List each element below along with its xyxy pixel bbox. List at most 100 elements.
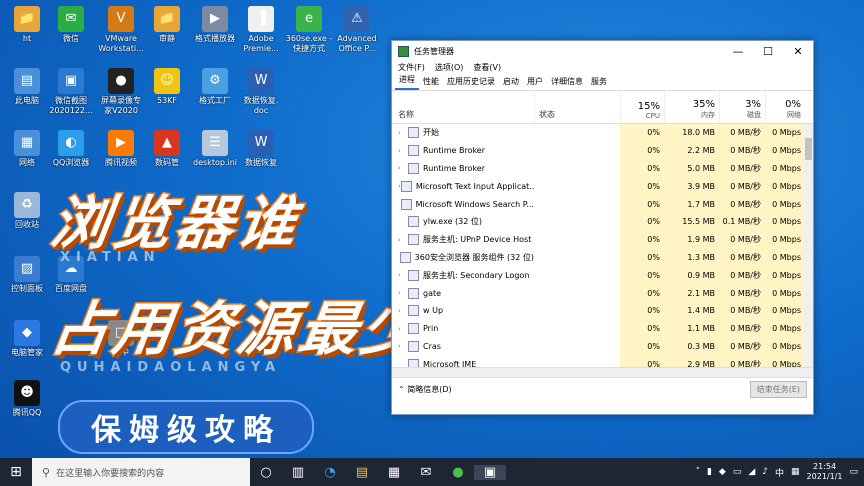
col-memory[interactable]: 35% 内存 xyxy=(664,91,719,123)
process-row[interactable]: Microsoft Windows Search P... 0% 1.7 MB 0 M… xyxy=(392,195,813,213)
desktop-icon[interactable]: W 数据恢复. doc xyxy=(236,68,286,116)
overlay-title-line1: 浏览器谁 xyxy=(45,188,306,259)
desktop-icon[interactable]: ⚙ 格式工厂 xyxy=(190,68,240,106)
tab-performance[interactable]: 性能 xyxy=(419,76,443,90)
process-row[interactable]: › 开始 0% 18.0 MB 0 MB/秒 0 Mbps xyxy=(392,124,813,142)
tab-startup[interactable]: 启动 xyxy=(499,76,523,90)
ime-mode-icon[interactable]: ▦ xyxy=(791,467,800,477)
process-row[interactable]: › Cras 0% 0.3 MB 0 MB/秒 0 Mbps xyxy=(392,337,813,356)
maximize-button[interactable]: ☐ xyxy=(753,45,783,58)
desktop-icon[interactable]: ◆ 电脑管家 xyxy=(2,320,52,358)
clock[interactable]: 21:54 2021/1/1 xyxy=(807,462,843,482)
process-network: 0 Mbps xyxy=(765,212,805,231)
tab-processes[interactable]: 进程 xyxy=(395,74,419,90)
desktop-icon[interactable]: ▐ Adobe Premie... xyxy=(236,6,286,54)
process-row[interactable]: ylw.exe (32 位) 0% 15.5 MB 0.1 MB/秒 0 Mbps xyxy=(392,212,813,231)
process-row[interactable]: › 服务主机: Secondary Logon 0% 0.9 MB 0 MB/秒 0 Mb… xyxy=(392,266,813,285)
shield-icon[interactable]: ◆ xyxy=(719,467,726,477)
tab-app-history[interactable]: 应用历史记录 xyxy=(443,76,499,90)
process-network: 0 Mbps xyxy=(765,301,805,320)
microphone-icon[interactable]: ▮ xyxy=(707,467,712,477)
mail-icon[interactable]: ✉ xyxy=(410,465,442,480)
cortana-icon[interactable]: ○ xyxy=(250,465,282,480)
desktop-icon[interactable]: ☰ desktop.ini xyxy=(190,130,240,168)
horizontal-scrollbar[interactable] xyxy=(392,367,813,377)
brief-info-link[interactable]: ⌃ 简略信息(D) xyxy=(398,384,452,395)
edge-icon[interactable]: ◔ xyxy=(314,465,346,480)
store-icon[interactable]: ▦ xyxy=(378,465,410,480)
desktop-icon[interactable]: ▣ 微信截图 2020122... xyxy=(46,68,96,116)
expand-chevron-icon[interactable]: › xyxy=(398,342,408,350)
end-task-button[interactable]: 结束任务(E) xyxy=(749,380,807,398)
col-status[interactable]: 状态 xyxy=(534,91,620,123)
desktop-icon[interactable]: ▨ 控制面板 xyxy=(2,256,52,294)
display-icon[interactable]: ▭ xyxy=(733,467,742,477)
expand-chevron-icon[interactable]: › xyxy=(398,129,408,137)
desktop-icon[interactable]: ✉ 微信 xyxy=(46,6,96,44)
process-row[interactable]: 360安全浏览器 服务组件 (32 位) 0% 1.3 MB 0 MB/秒 0 Mbps xyxy=(392,248,813,267)
col-name[interactable]: 名称 xyxy=(392,91,534,123)
process-memory: 1.9 MB xyxy=(664,230,719,249)
search-box[interactable]: ⚲ 在这里输入你要搜索的内容 xyxy=(32,458,250,486)
tab-users[interactable]: 用户 xyxy=(523,76,547,90)
expand-chevron-icon[interactable]: › xyxy=(398,147,408,155)
desktop-icon[interactable]: ▶ 格式播放器 xyxy=(190,6,240,44)
desktop-icon[interactable]: 📁 审静 xyxy=(142,6,192,44)
desktop-icon[interactable]: W 数据恢复 xyxy=(236,130,286,168)
ime-indicator[interactable]: 中 xyxy=(775,466,784,479)
desktop-icon[interactable]: ▤ 此电脑 xyxy=(2,68,52,106)
desktop-icon[interactable]: 📁 ht xyxy=(2,6,52,44)
desktop-icon[interactable]: ♻ 回收站 xyxy=(2,192,52,230)
process-row[interactable]: › Runtime Broker 0% 5.0 MB 0 MB/秒 0 Mbps xyxy=(392,159,813,178)
process-row[interactable]: › Runtime Broker 0% 2.2 MB 0 MB/秒 0 Mbps xyxy=(392,141,813,160)
menu-file[interactable]: 文件(F) xyxy=(398,62,425,73)
expand-chevron-icon[interactable]: › xyxy=(398,236,408,244)
process-row[interactable]: › w Up 0% 1.4 MB 0 MB/秒 0 Mbps xyxy=(392,301,813,320)
desktop-icon[interactable]: e 360se.exe - 快捷方式 xyxy=(284,6,334,54)
expand-chevron-icon[interactable]: › xyxy=(398,271,408,279)
col-network[interactable]: 0% 网络 xyxy=(765,91,805,123)
browser-360-icon[interactable]: ● xyxy=(442,465,474,480)
desktop-icon[interactable]: ☺ 53KF xyxy=(142,68,192,106)
show-hidden-icons[interactable]: ˄ xyxy=(695,467,700,477)
desktop-icon[interactable]: ◐ QQ浏览器 xyxy=(46,130,96,168)
expand-chevron-icon[interactable]: › xyxy=(398,289,408,297)
col-disk[interactable]: 3% 磁盘 xyxy=(719,91,765,123)
desktop-icon[interactable]: ▲ 数码管 xyxy=(142,130,192,168)
scroll-thumb[interactable] xyxy=(805,138,812,160)
file-explorer-icon[interactable]: ▤ xyxy=(346,465,378,480)
tab-services[interactable]: 服务 xyxy=(587,76,611,90)
title-bar[interactable]: 任务管理器 — ☐ ✕ xyxy=(392,41,813,61)
vertical-scrollbar[interactable] xyxy=(804,124,813,367)
network-icon[interactable]: ◢ xyxy=(748,467,755,477)
menu-options[interactable]: 选项(O) xyxy=(435,62,464,73)
process-row[interactable]: › Prin 0% 1.1 MB 0 MB/秒 0 Mbps xyxy=(392,319,813,338)
notification-icon[interactable]: ▭ xyxy=(849,467,858,477)
close-button[interactable]: ✕ xyxy=(783,45,813,58)
col-cpu[interactable]: 15% CPU xyxy=(620,91,664,123)
task-view-icon[interactable]: ▥ xyxy=(282,465,314,480)
process-disk: 0 MB/秒 xyxy=(719,284,765,302)
desktop-icon[interactable]: ● 屏幕录像专 家V2020 xyxy=(96,68,146,116)
expand-chevron-icon[interactable]: › xyxy=(398,307,408,315)
menu-view[interactable]: 查看(V) xyxy=(473,62,501,73)
task-manager-taskbar-icon[interactable]: ▣ xyxy=(474,464,506,480)
expand-chevron-icon[interactable]: › xyxy=(398,164,408,172)
minimize-button[interactable]: — xyxy=(723,45,753,58)
start-button[interactable]: ⊞ xyxy=(0,458,32,486)
app-icon: ☺ xyxy=(154,68,180,94)
desktop-icon[interactable]: ☻ 腾讯QQ xyxy=(2,380,52,418)
process-name-cell: › Prin xyxy=(392,323,534,335)
process-row[interactable]: › Microsoft Text Input Applicat... 0% 3.9 M… xyxy=(392,177,813,196)
desktop-icon[interactable]: ▶ 腾讯视频 xyxy=(96,130,146,168)
process-row[interactable]: › 服务主机: UPnP Device Host 0% 1.9 MB 0 MB/秒 0 M… xyxy=(392,230,813,249)
process-row[interactable]: Microsoft IME 0% 2.9 MB 0 MB/秒 0 Mbps xyxy=(392,355,813,367)
desktop-icon[interactable]: ⚠ Advanced Office P... xyxy=(332,6,382,54)
process-row[interactable]: › gate 0% 2.1 MB 0 MB/秒 0 Mbps xyxy=(392,284,813,302)
expand-chevron-icon[interactable]: › xyxy=(398,325,408,333)
desktop-icon[interactable]: V VMware Workstati... xyxy=(96,6,146,54)
app-icon: e xyxy=(296,6,322,32)
tab-details[interactable]: 详细信息 xyxy=(547,76,587,90)
desktop-icon[interactable]: ▦ 网络 xyxy=(2,130,52,168)
volume-icon[interactable]: ♪ xyxy=(762,467,768,477)
